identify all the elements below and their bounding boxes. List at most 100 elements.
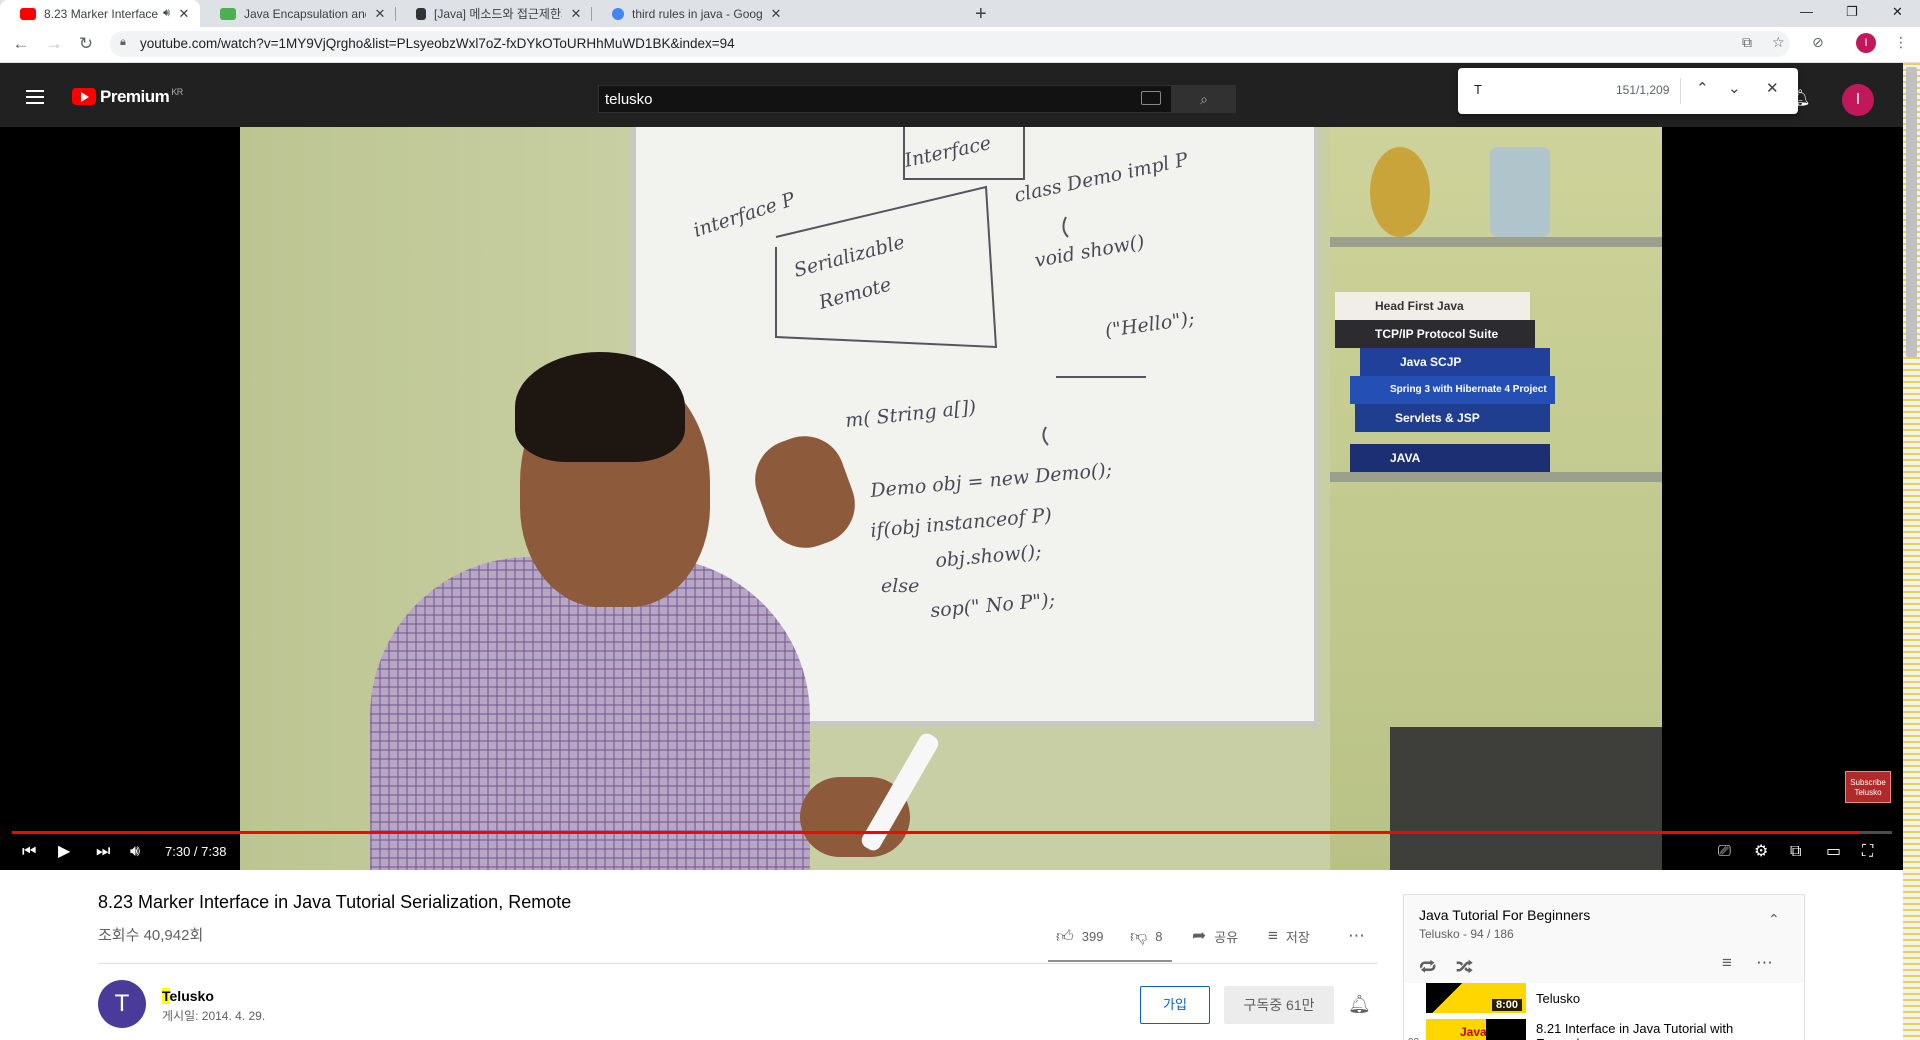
- find-highlight: T: [162, 988, 170, 1004]
- browser-tab[interactable]: Java Encapsulation and Getters ✕: [200, 0, 396, 27]
- join-button[interactable]: 가입: [1140, 986, 1210, 1024]
- address-bar[interactable]: 🔒︎ youtube.com/watch?v=1MY9VjQrgho&list=…: [110, 31, 1790, 57]
- subtitles-icon[interactable]: ⎚: [1718, 843, 1731, 861]
- search-button[interactable]: ⌕: [1172, 85, 1236, 113]
- url-text: youtube.com/watch?v=1MY9VjQrgho&list=PLs…: [140, 36, 735, 51]
- fullscreen-icon[interactable]: ⛶: [1862, 843, 1873, 861]
- trophy: [1370, 147, 1430, 237]
- browser-tab-active[interactable]: 8.23 Marker Interface in Java 🔊︎ ✕: [0, 0, 200, 27]
- maximize-icon[interactable]: ❐: [1846, 4, 1858, 20]
- close-tab-icon[interactable]: ✕: [372, 6, 388, 22]
- playlist-item[interactable]: 92 Java 8.21 Interface in Java Tutorial …: [1404, 1015, 1804, 1040]
- progress-fill: [12, 831, 1860, 834]
- find-next-icon[interactable]: ⌄: [1728, 79, 1741, 97]
- speaker-icon: 🔊︎: [163, 7, 170, 19]
- extension-icon[interactable]: ⊘: [1812, 34, 1824, 51]
- board-text: obj.show();: [935, 541, 1043, 572]
- find-match-count: 151/1,209: [1616, 83, 1670, 97]
- find-in-page-bar: T 151/1,209 ⌃ ⌄ ✕: [1458, 68, 1798, 114]
- close-tab-icon[interactable]: ✕: [568, 6, 584, 22]
- browser-tab[interactable]: third rules in java - Google 검색 ✕: [592, 0, 792, 27]
- shuffle-icon[interactable]: 🔀︎: [1456, 953, 1473, 979]
- forward-icon[interactable]: →: [43, 33, 65, 55]
- close-tab-icon[interactable]: ✕: [176, 6, 192, 22]
- close-tab-icon[interactable]: ✕: [768, 6, 784, 22]
- board-text: Demo obj = new Demo();: [869, 459, 1113, 502]
- browser-profile-avatar[interactable]: I: [1856, 33, 1876, 53]
- youtube-logo-icon[interactable]: [72, 88, 96, 105]
- book: Head First Java: [1335, 292, 1530, 320]
- board-text: else: [881, 575, 919, 597]
- progress-bar[interactable]: [12, 831, 1892, 834]
- video-title: 8.23 Marker Interface in Java Tutorial S…: [98, 892, 572, 912]
- channel-avatar[interactable]: T: [98, 980, 146, 1028]
- book: Servlets & JSP: [1355, 404, 1550, 432]
- channel-name[interactable]: Telusko: [162, 988, 214, 1004]
- presenter-hair: [515, 352, 685, 462]
- next-icon[interactable]: ⏭︎: [96, 843, 110, 861]
- duration-badge: 8:00: [1491, 999, 1522, 1011]
- scrollbar-thumb[interactable]: [1906, 67, 1917, 357]
- save-playlist-icon[interactable]: ≡: [1722, 953, 1732, 973]
- share-button[interactable]: ➦ 공유: [1192, 926, 1238, 946]
- shelf: [1330, 472, 1662, 482]
- install-app-icon[interactable]: ⧉: [1742, 34, 1752, 51]
- youtube-account-avatar[interactable]: I: [1842, 84, 1874, 116]
- save-button[interactable]: ≡ 저장: [1268, 926, 1310, 946]
- site-favicon-icon: [416, 7, 426, 20]
- search-icon: ⌕: [1200, 91, 1208, 107]
- volume-icon[interactable]: 🔊︎: [130, 843, 140, 861]
- subscribe-watermark[interactable]: Subscribe Telusko: [1845, 771, 1891, 803]
- video-player[interactable]: Interface interface P Serializable Remot…: [0, 127, 1903, 870]
- more-actions-button[interactable]: ⋯: [1348, 926, 1373, 946]
- share-icon: ➦: [1192, 926, 1207, 945]
- book: JAVA: [1350, 444, 1550, 472]
- bookmark-star-icon[interactable]: ☆: [1772, 34, 1785, 51]
- find-close-icon[interactable]: ✕: [1766, 79, 1779, 97]
- board-text: Remote: [816, 273, 894, 314]
- theater-mode-icon[interactable]: ▭: [1826, 843, 1841, 861]
- keyboard-icon[interactable]: [1141, 91, 1161, 105]
- back-icon[interactable]: ←: [10, 33, 32, 55]
- add-to-playlist-icon: ≡: [1268, 926, 1278, 945]
- brand-text: Premium: [100, 87, 170, 106]
- search-input[interactable]: telusko: [598, 85, 1172, 113]
- dislike-button[interactable]: 👎︎ 8: [1130, 926, 1163, 947]
- page-scrollbar[interactable]: [1903, 63, 1920, 1040]
- subscribed-button[interactable]: 구독중 61만: [1224, 986, 1334, 1024]
- save-label: 저장: [1285, 929, 1310, 945]
- tab-title: third rules in java - Google 검색: [632, 7, 762, 21]
- find-input[interactable]: T: [1474, 82, 1482, 97]
- board-text: ("Hello");: [1104, 308, 1196, 342]
- region-code: KR: [171, 87, 183, 98]
- notification-bell-icon[interactable]: 🔔︎: [1348, 994, 1371, 1015]
- publish-date: 게시일: 2014. 4. 29.: [162, 1009, 266, 1023]
- settings-icon[interactable]: ⚙︎: [1754, 843, 1768, 861]
- browser-tab[interactable]: [Java] 메소드와 접근제한자 | 김 ✕: [396, 0, 592, 27]
- playlist-panel: Java Tutorial For Beginners Telusko - 94…: [1403, 894, 1805, 1040]
- playlist-item-title: 8.21 Interface in Java Tutorial with Exa…: [1536, 1021, 1734, 1040]
- collapse-chevron-icon[interactable]: ⌃: [1768, 911, 1780, 928]
- info-divider: [98, 963, 1378, 964]
- tab-title: Java Encapsulation and Getters: [244, 6, 366, 21]
- new-tab-icon[interactable]: +: [975, 3, 987, 26]
- playlist-more-icon[interactable]: ⋯: [1756, 953, 1773, 973]
- previous-icon[interactable]: ⏮︎: [22, 843, 36, 861]
- play-icon[interactable]: ▶︎: [58, 843, 70, 861]
- playlist-item[interactable]: 8:00 Telusko: [1404, 983, 1804, 1015]
- like-button[interactable]: 👍︎ 399: [1056, 926, 1103, 947]
- minimize-icon[interactable]: —: [1800, 4, 1813, 19]
- guide-menu-icon[interactable]: [26, 90, 44, 108]
- reload-icon[interactable]: ↻: [75, 33, 97, 55]
- video-thumbnail: Java: [1426, 1019, 1526, 1040]
- browser-menu-icon[interactable]: ⋮: [1894, 34, 1908, 51]
- board-text: interface P: [691, 188, 799, 242]
- loop-icon[interactable]: 🔁︎: [1419, 953, 1436, 979]
- find-previous-icon[interactable]: ⌃: [1696, 79, 1709, 97]
- youtube-brand[interactable]: Premium KR: [100, 87, 183, 107]
- share-label: 공유: [1214, 929, 1239, 945]
- miniplayer-icon[interactable]: ⧉: [1790, 843, 1801, 861]
- video-thumbnail: 8:00: [1426, 983, 1526, 1013]
- playlist-title[interactable]: Java Tutorial For Beginners: [1419, 907, 1590, 923]
- close-window-icon[interactable]: ✕: [1892, 4, 1903, 20]
